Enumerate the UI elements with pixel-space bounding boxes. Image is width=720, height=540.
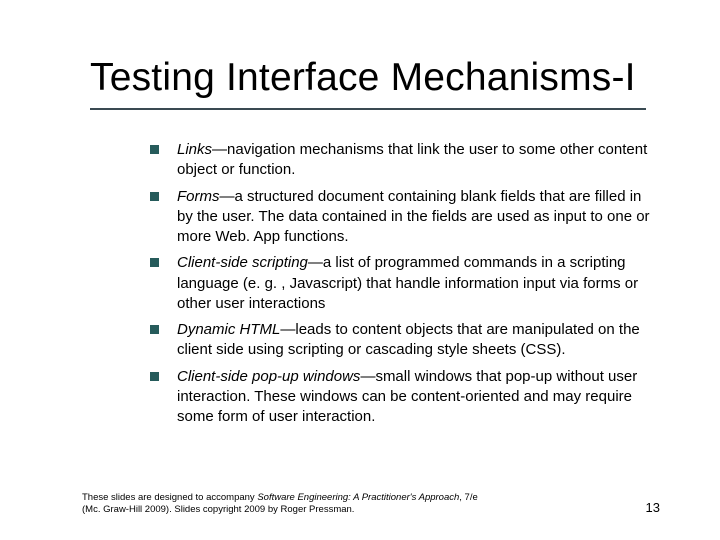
term: Client-side pop-up windows — [177, 368, 360, 385]
term: Dynamic HTML — [177, 321, 280, 338]
square-bullet-icon — [150, 145, 159, 154]
slide-title: Testing Interface Mechanisms-I — [90, 56, 680, 100]
footnote: These slides are designed to accompany S… — [82, 492, 478, 516]
desc: —navigation mechanisms that link the use… — [177, 141, 647, 178]
footnote-pre: These slides are designed to accompany — [82, 492, 257, 503]
list-item: Client-side scripting—a list of programm… — [150, 253, 650, 314]
square-bullet-icon — [150, 372, 159, 381]
list-item-text: Client-side scripting—a list of programm… — [177, 253, 650, 314]
list-item: Links—navigation mechanisms that link th… — [150, 140, 650, 181]
square-bullet-icon — [150, 192, 159, 201]
list-item-text: Client-side pop-up windows—small windows… — [177, 367, 650, 428]
slide: Testing Interface Mechanisms-I Links—nav… — [0, 0, 720, 540]
desc: —a structured document containing blank … — [177, 188, 650, 246]
title-underline — [90, 108, 646, 110]
footnote-book-title: Software Engineering: A Practitioner's A… — [257, 492, 459, 503]
term: Forms — [177, 188, 220, 205]
footer: These slides are designed to accompany S… — [82, 492, 660, 516]
list-item: Dynamic HTML—leads to content objects th… — [150, 320, 650, 361]
footnote-line2: (Mc. Graw-Hill 2009). Slides copyright 2… — [82, 504, 354, 515]
square-bullet-icon — [150, 325, 159, 334]
square-bullet-icon — [150, 258, 159, 267]
footnote-post: , 7/e — [459, 492, 478, 503]
list-item-text: Dynamic HTML—leads to content objects th… — [177, 320, 650, 361]
list-item-text: Forms—a structured document containing b… — [177, 187, 650, 248]
term: Links — [177, 141, 212, 158]
list-item: Client-side pop-up windows—small windows… — [150, 367, 650, 428]
bullet-list: Links—navigation mechanisms that link th… — [150, 140, 650, 433]
term: Client-side scripting — [177, 254, 308, 271]
list-item-text: Links—navigation mechanisms that link th… — [177, 140, 650, 181]
page-number: 13 — [646, 500, 660, 516]
list-item: Forms—a structured document containing b… — [150, 187, 650, 248]
